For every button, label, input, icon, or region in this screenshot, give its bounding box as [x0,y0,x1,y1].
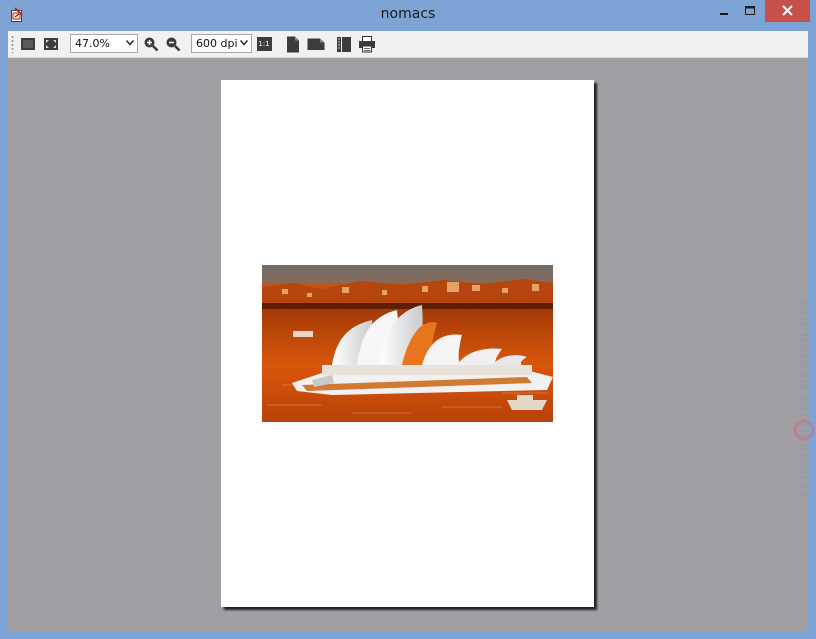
title-bar[interactable]: nomacs [0,0,816,30]
preview-canvas[interactable]: screenshots.debian.net [8,58,815,631]
landscape-icon [307,38,325,50]
portrait-button[interactable] [283,34,303,54]
print-preview-toolbar: 47.0% 600 dpi 1:1 [8,31,808,58]
zoom-out-button[interactable] [163,34,183,54]
zoom-combo[interactable]: 47.0% [70,34,138,53]
fit-width-button[interactable] [18,34,38,54]
watermark-text: screenshots.debian.net [795,299,813,498]
window-title: nomacs [380,6,436,22]
minimize-button[interactable] [711,0,737,22]
zoom-out-icon [166,37,181,52]
zoom-in-icon [144,37,159,52]
zoom-value: 47.0% [75,37,110,50]
fit-page-button[interactable] [41,34,61,54]
toolbar-grip[interactable] [11,35,14,53]
minimize-icon [720,13,728,15]
page-setup-button[interactable] [334,34,354,54]
one-to-one-icon: 1:1 [256,37,272,51]
print-button[interactable] [357,34,377,54]
app-window: nomacs 47.0% 600 dpi 1:1 screenshots.deb… [0,0,816,639]
close-button[interactable] [765,0,810,22]
dpi-value: 600 dpi [196,37,238,50]
dpi-combo[interactable]: 600 dpi [191,34,252,53]
printer-icon [359,35,375,52]
maximize-icon [745,6,755,15]
portrait-icon [287,36,299,52]
landscape-button[interactable] [306,34,326,54]
one-to-one-label: 1:1 [258,40,270,48]
zoom-in-button[interactable] [141,34,161,54]
screenshots-watermark: screenshots.debian.net [778,258,816,508]
chevron-down-icon [240,40,248,46]
fit-page-icon [44,38,58,50]
original-size-button[interactable]: 1:1 [254,34,274,54]
page-setup-icon [337,36,351,52]
close-icon [782,5,793,16]
sydney-opera-house-image [262,265,553,422]
chevron-down-icon [126,40,134,46]
print-page [221,80,594,607]
maximize-button[interactable] [737,0,763,22]
fit-width-icon [21,38,35,50]
